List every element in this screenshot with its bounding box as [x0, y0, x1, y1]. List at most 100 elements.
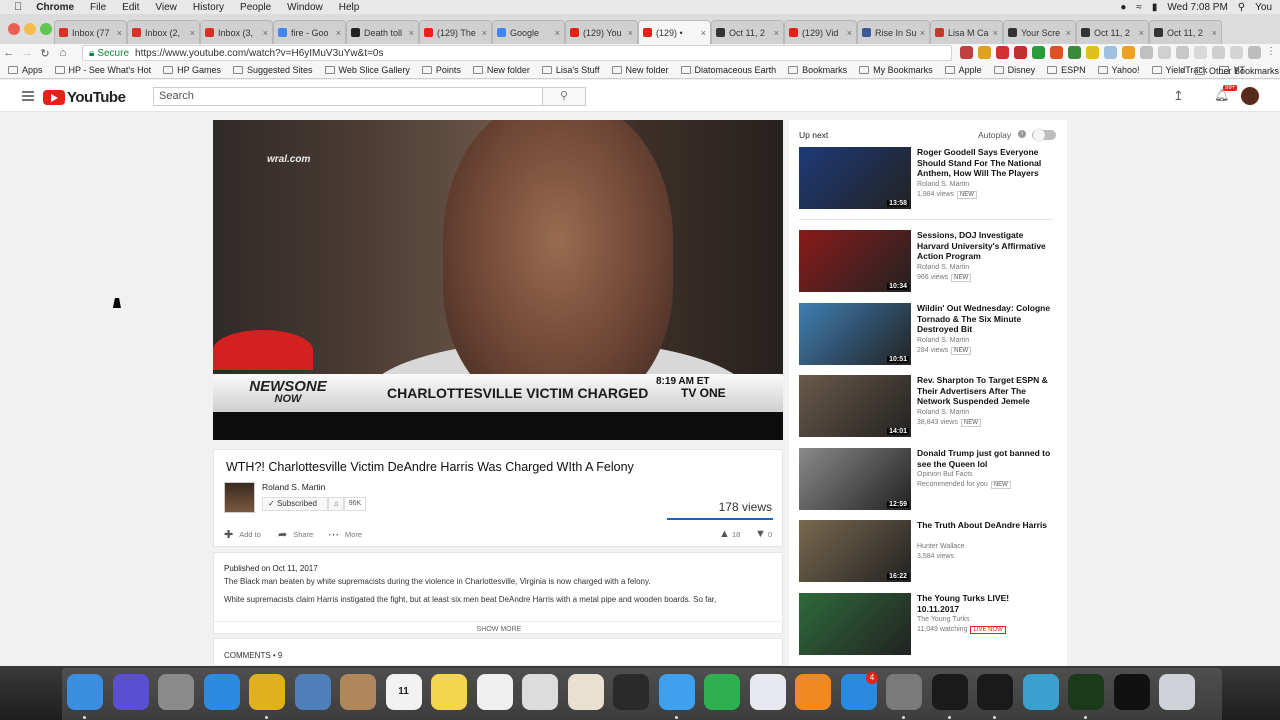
extension-icon[interactable] [1050, 46, 1063, 59]
avatar[interactable] [1241, 87, 1259, 105]
sidebar-video[interactable]: 12:59 Donald Trump just got banned to see… [799, 448, 1057, 512]
dock-notes-icon[interactable] [431, 674, 467, 710]
video-thumbnail[interactable]: 16:22 [799, 520, 911, 582]
tab-close-icon[interactable]: × [190, 28, 195, 38]
dock-launchpad-icon[interactable] [158, 674, 194, 710]
tab[interactable]: Inbox (2, × [127, 20, 200, 44]
dock-clock-app-icon[interactable] [1068, 674, 1104, 710]
bookmark-item[interactable]: HP - See What's Hot [54, 65, 151, 75]
user-menu[interactable]: You [1255, 2, 1272, 13]
tab-close-icon[interactable]: × [774, 28, 779, 38]
add-to-button[interactable]: ✚ Add to [224, 528, 261, 541]
info-icon[interactable]: i [1018, 130, 1026, 138]
chevron-right-icon[interactable]: » [1180, 65, 1185, 75]
dock-preview-icon[interactable] [522, 674, 558, 710]
extension-icon[interactable] [1176, 46, 1189, 59]
dock-ibooks-icon[interactable] [795, 674, 831, 710]
extension-icon[interactable] [1140, 46, 1153, 59]
forward-icon[interactable]: → [18, 47, 36, 59]
more-button[interactable]: ⋯ More [328, 528, 362, 541]
tab[interactable]: Rise In Su × [857, 20, 930, 44]
menu-people[interactable]: People [240, 2, 271, 13]
share-button[interactable]: ➦ Share [278, 528, 313, 541]
show-more-button[interactable]: SHOW MORE [214, 621, 784, 633]
tab-close-icon[interactable]: × [482, 28, 487, 38]
tab[interactable]: (129) • × [638, 20, 711, 44]
tab[interactable]: Inbox (77 × [54, 20, 127, 44]
tab[interactable]: Lisa M Ca × [930, 20, 1003, 44]
video-thumbnail[interactable]: 10:51 [799, 303, 911, 365]
sidebar-video-title[interactable]: Donald Trump just got banned to see the … [917, 448, 1053, 469]
dock-mail-icon[interactable] [294, 674, 331, 710]
extension-icon[interactable] [960, 46, 973, 59]
dock-network-app-icon[interactable] [1022, 674, 1059, 710]
bookmark-item[interactable]: New folder [472, 65, 530, 75]
bookmark-item[interactable]: Disney [993, 65, 1035, 75]
tab[interactable]: Oct 11, 2 × [711, 20, 784, 44]
sidebar-video[interactable]: 10:34 Sessions, DOJ Investigate Harvard U… [799, 230, 1057, 294]
wifi-icon[interactable]: ≈ [1136, 2, 1142, 13]
dislike-button[interactable]: ▼ 0 [755, 528, 772, 540]
channel-avatar[interactable] [224, 482, 255, 513]
subscribed-button[interactable]: ✓ Subscribed [262, 497, 328, 511]
menu-file[interactable]: File [90, 2, 106, 13]
sidebar-video-title[interactable]: The Truth About DeAndre Harris [917, 520, 1053, 531]
home-icon[interactable]: ⌂ [54, 47, 72, 59]
menu-view[interactable]: View [155, 2, 177, 13]
sidebar-video[interactable]: 14:01 Rev. Sharpton To Target ESPN & Thei… [799, 375, 1057, 439]
tab[interactable]: Oct 11, 2 × [1076, 20, 1149, 44]
menu-history[interactable]: History [193, 2, 224, 13]
dock-reminders-icon[interactable] [476, 674, 513, 710]
video-thumbnail[interactable]: 10:34 [799, 230, 911, 292]
extension-icon[interactable] [1014, 46, 1027, 59]
bookmark-item[interactable]: Bookmarks [788, 65, 847, 75]
tab[interactable]: (129) You × [565, 20, 638, 44]
search-input[interactable]: Search [153, 87, 543, 106]
tab[interactable]: (129) Vid × [784, 20, 857, 44]
dock-messages-icon[interactable] [658, 674, 695, 710]
extension-icon[interactable] [1194, 46, 1207, 59]
sidebar-video-title[interactable]: Wildin' Out Wednesday: Cologne Tornado &… [917, 303, 1053, 335]
sidebar-video[interactable]: 10:51 Wildin' Out Wednesday: Cologne Torn… [799, 303, 1057, 367]
menu-window[interactable]: Window [287, 2, 323, 13]
upload-icon[interactable]: ↥ [1173, 88, 1184, 104]
dock-itunes-icon[interactable] [749, 674, 786, 710]
tab[interactable]: Death toll × [346, 20, 419, 44]
dock-photo-booth-icon[interactable] [613, 674, 649, 710]
tab-close-icon[interactable]: × [701, 28, 706, 38]
extension-icon[interactable] [1212, 46, 1225, 59]
bookmark-item[interactable]: HP Games [163, 65, 221, 75]
tab[interactable]: fire - Goo × [273, 20, 346, 44]
tab-close-icon[interactable]: × [847, 28, 852, 38]
tab-close-icon[interactable]: × [1212, 28, 1217, 38]
dock-terminal-2-icon[interactable] [977, 674, 1013, 710]
like-button[interactable]: ▲ 18 [719, 528, 740, 540]
dock-contacts-icon[interactable] [340, 674, 376, 710]
bookmark-item[interactable]: Yahoo! [1097, 65, 1140, 75]
hamburger-menu-icon[interactable] [22, 91, 34, 101]
sidebar-video[interactable]: 16:22 The Truth About DeAndre Harris Hunte… [799, 520, 1057, 584]
tab-close-icon[interactable]: × [993, 28, 998, 38]
tab-close-icon[interactable]: × [920, 28, 925, 38]
video-player[interactable]: wral.com NEWSONE NOW CHARLOTTESVILLE VIC… [213, 120, 783, 440]
tab[interactable]: Inbox (3, × [200, 20, 273, 44]
bookmark-item[interactable]: Points [421, 65, 461, 75]
battery-icon[interactable]: ▮ [1152, 2, 1158, 13]
tab[interactable]: Oct 11, 2 × [1149, 20, 1222, 44]
sidebar-video-channel[interactable]: Roland S. Martin [917, 409, 969, 416]
channel-name[interactable]: Roland S. Martin [262, 482, 325, 492]
clock[interactable]: Wed 7:08 PM [1167, 2, 1227, 13]
extension-icon[interactable] [1230, 46, 1243, 59]
tab-close-icon[interactable]: × [263, 28, 268, 38]
extension-icon[interactable] [1122, 46, 1135, 59]
menu-help[interactable]: Help [339, 2, 360, 13]
tab-close-icon[interactable]: × [1066, 28, 1071, 38]
sidebar-video-channel[interactable]: Opinion But Facts [917, 471, 973, 478]
sidebar-video-channel[interactable]: Roland S. Martin [917, 337, 969, 344]
dock-terminal-1-icon[interactable] [931, 674, 968, 710]
sidebar-video-channel[interactable]: Roland S. Martin [917, 264, 969, 271]
dock-terminal-icon[interactable] [1113, 674, 1150, 710]
extension-icon[interactable] [1104, 46, 1117, 59]
video-thumbnail[interactable] [799, 593, 911, 655]
bookmark-item[interactable]: Lisa's Stuff [541, 65, 600, 75]
